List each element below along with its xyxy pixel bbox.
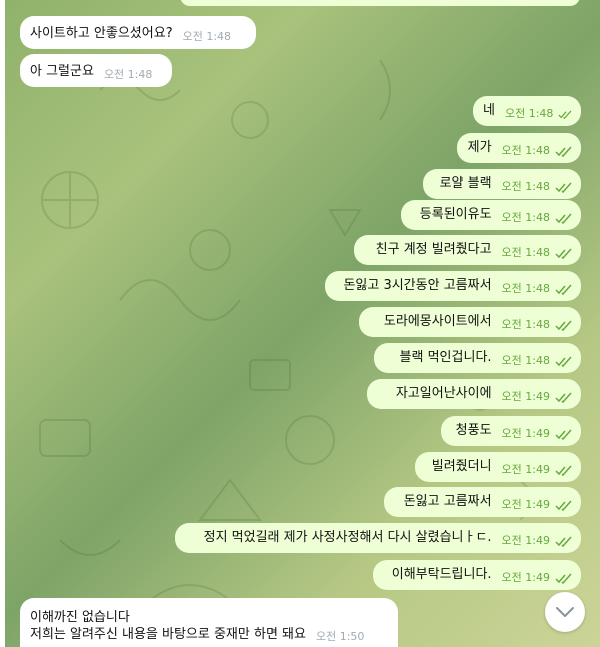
message-text: 제가 (467, 140, 492, 155)
message-time: 오전 1:49 (501, 498, 550, 511)
message-text: 이해까진 없습니다 (30, 610, 130, 625)
read-double-check-icon (555, 392, 572, 404)
outgoing-message[interactable]: 자고일어난사이에 오전 1:49 (367, 379, 581, 409)
message-time: 오전 1:48 (182, 30, 232, 43)
chat-messages-area[interactable]: 사이트하고 안좋으셨어요? 오전 1:48 아 그럴군요 오전 1:48 네 오… (5, 0, 600, 647)
read-double-check-icon (555, 429, 572, 441)
message-time: 오전 1:48 (103, 68, 153, 81)
read-double-check-icon (555, 213, 572, 225)
message-time: 오전 1:48 (501, 246, 550, 259)
message-text: 사이트하고 안좋으셨어요? (30, 26, 173, 41)
message-time: 오전 1:48 (504, 107, 554, 120)
outgoing-message[interactable]: 도라에몽사이트에서 오전 1:48 (359, 307, 581, 337)
message-time: 오전 1:48 (501, 180, 550, 193)
read-double-check-icon (555, 465, 572, 477)
message-text: 청풍도 (455, 423, 492, 438)
message-time: 오전 1:49 (501, 463, 550, 476)
outgoing-message[interactable]: 빌려줬더니 오전 1:49 (415, 452, 581, 482)
message-text: 돈잃고 3시간동안 고름짜서 (343, 278, 492, 293)
read-double-check-icon (555, 573, 572, 585)
message-text: 블랙 먹인겁니다. (399, 350, 492, 365)
outgoing-message[interactable]: 돈잃고 3시간동안 고름짜서 오전 1:48 (325, 271, 581, 301)
scroll-to-bottom-button[interactable] (545, 592, 585, 632)
outgoing-message[interactable]: 네 오전 1:48 (473, 96, 581, 126)
message-text: 돈잃고 고름짜서 (403, 494, 492, 509)
outgoing-message[interactable]: 등록된이유도 오전 1:48 (401, 200, 581, 230)
incoming-message[interactable]: 이해까진 없습니다 저희는 알려주신 내용을 바탕으로 중재만 하면 돼요 오전… (20, 598, 398, 647)
message-text: 네 (483, 103, 495, 118)
message-time: 오전 1:50 (315, 630, 365, 643)
message-text: 등록된이유도 (419, 207, 492, 222)
message-time: 오전 1:48 (501, 144, 550, 157)
message-text: 아 그럴군요 (30, 64, 94, 79)
message-time: 오전 1:49 (501, 427, 550, 440)
message-text: 친구 계정 빌려줬다고 (375, 242, 492, 257)
read-double-check-icon (555, 284, 572, 296)
outgoing-message[interactable]: 로얄 블랙 오전 1:48 (423, 169, 581, 199)
previous-message-bubble-edge (180, 0, 580, 6)
message-text: 도라에몽사이트에서 (383, 314, 492, 329)
outgoing-message[interactable]: 정지 먹었길래 제가 사정사정해서 다시 살렸습니ㅏㄷ. 오전 1:49 (175, 523, 581, 553)
read-double-check-icon (555, 500, 572, 512)
message-time: 오전 1:48 (501, 318, 550, 331)
message-time: 오전 1:48 (501, 354, 550, 367)
outgoing-message[interactable]: 청풍도 오전 1:49 (441, 416, 581, 446)
read-double-check-icon (555, 320, 572, 332)
message-time: 오전 1:48 (501, 282, 550, 295)
outgoing-message[interactable]: 이해부탁드립니다. 오전 1:49 (373, 560, 581, 590)
message-time: 오전 1:48 (501, 211, 550, 224)
read-double-check-icon (555, 536, 572, 548)
message-time: 오전 1:49 (501, 534, 550, 547)
outgoing-message[interactable]: 제가 오전 1:48 (457, 133, 581, 163)
message-text: 이해부탁드립니다. (391, 567, 492, 582)
message-text: 빌려줬더니 (431, 459, 492, 474)
message-text: 정지 먹었길래 제가 사정사정해서 다시 살렸습니ㅏㄷ. (203, 530, 492, 545)
incoming-message[interactable]: 아 그럴군요 오전 1:48 (20, 54, 172, 87)
read-double-check-icon (555, 356, 572, 368)
message-text: 로얄 블랙 (439, 176, 492, 191)
message-text-line2: 저희는 알려주신 내용을 바탕으로 중재만 하면 돼요 (30, 627, 306, 642)
chevron-down-icon (556, 607, 574, 617)
outgoing-message[interactable]: 블랙 먹인겁니다. 오전 1:48 (374, 343, 581, 373)
message-text: 자고일어난사이에 (395, 386, 492, 401)
outgoing-message[interactable]: 친구 계정 빌려줬다고 오전 1:48 (354, 235, 581, 265)
message-time: 오전 1:49 (501, 390, 550, 403)
read-double-check-icon (555, 248, 572, 260)
read-double-check-icon (555, 146, 572, 158)
message-time: 오전 1:49 (501, 571, 550, 584)
read-double-check-icon (558, 110, 572, 120)
read-double-check-icon (555, 182, 572, 194)
outgoing-message[interactable]: 돈잃고 고름짜서 오전 1:49 (384, 487, 581, 517)
incoming-message[interactable]: 사이트하고 안좋으셨어요? 오전 1:48 (20, 16, 256, 49)
